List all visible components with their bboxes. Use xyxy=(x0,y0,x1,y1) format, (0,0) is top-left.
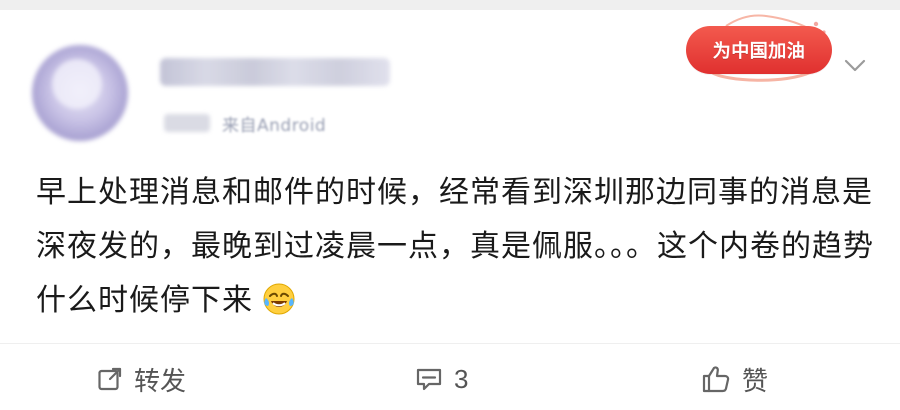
comment-count: 3 xyxy=(454,363,469,394)
repost-button[interactable]: 转发 xyxy=(96,354,186,404)
badge-text: 为中国加油 xyxy=(712,41,806,62)
post-text: 早上处理消息和邮件的时候，经常看到深圳那边同事的消息是深夜发的，最晚到过凌晨一点… xyxy=(36,176,874,317)
thumbs-up-icon xyxy=(702,366,730,393)
post-source: 来自Android xyxy=(222,115,327,136)
avatar[interactable] xyxy=(32,45,128,141)
like-label: 赞 xyxy=(742,365,769,396)
post-meta: 来自Android xyxy=(164,110,326,136)
like-button[interactable]: 赞 xyxy=(700,354,768,404)
post-date-blurred xyxy=(164,114,210,132)
repost-icon xyxy=(98,367,122,391)
top-divider-bar xyxy=(0,0,900,10)
cheer-china-badge[interactable]: 为中国加油 xyxy=(686,12,834,84)
repost-label: 转发 xyxy=(134,365,187,396)
crying-laughing-face-icon xyxy=(263,283,295,315)
post-content: 早上处理消息和邮件的时候，经常看到深圳那边同事的消息是深夜发的，最晚到过凌晨一点… xyxy=(36,166,876,328)
avatar-blur-detail xyxy=(52,59,102,109)
username-blurred[interactable] xyxy=(160,58,390,86)
actions-divider xyxy=(0,343,900,344)
chevron-down-icon[interactable] xyxy=(844,56,866,74)
comment-icon xyxy=(416,368,442,391)
comment-button[interactable]: 3 xyxy=(414,354,468,404)
post-actions: 转发 3 赞 xyxy=(0,354,900,404)
